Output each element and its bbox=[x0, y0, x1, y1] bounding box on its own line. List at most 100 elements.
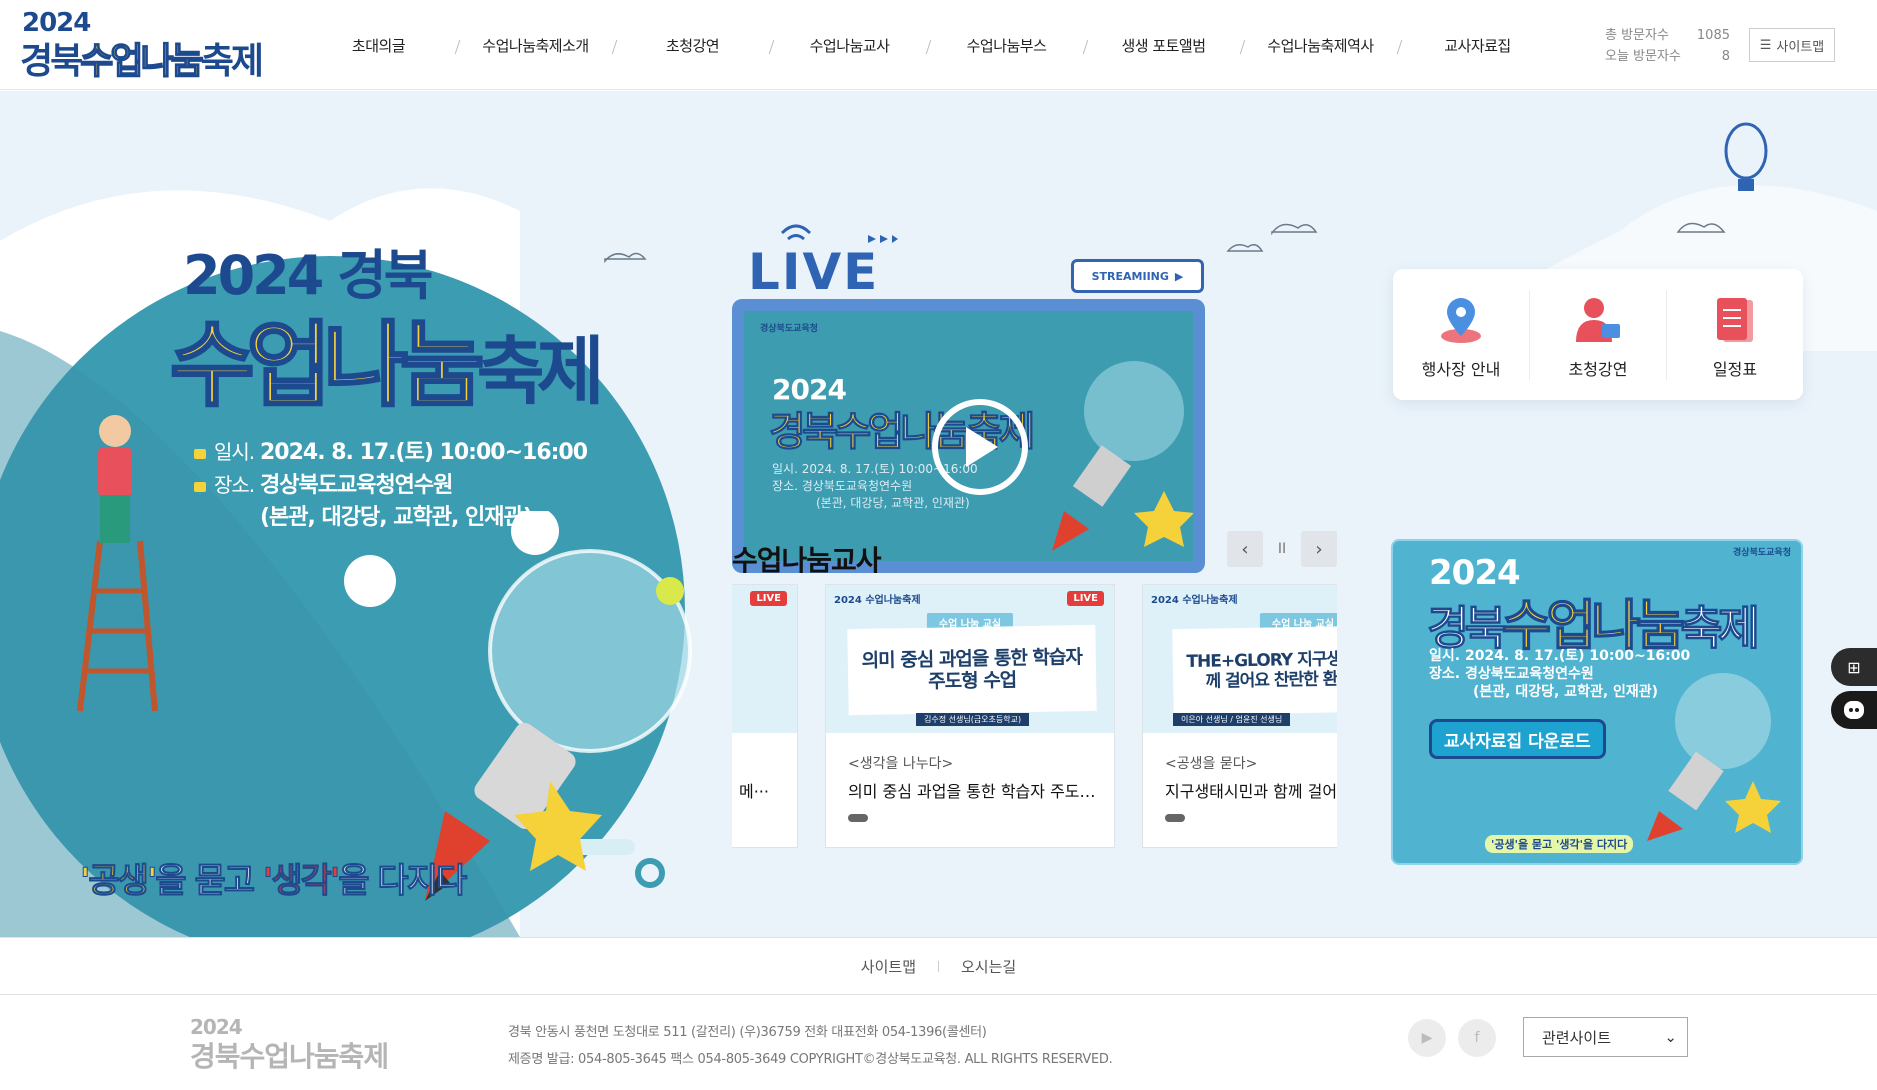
visit-today-value: 8 bbox=[1721, 49, 1730, 64]
quick-link-lecture[interactable]: 초청강연 bbox=[1529, 289, 1666, 380]
poster-place: 경상북도교육청연수원 bbox=[260, 473, 453, 498]
teacher-card-thumbnail: 2024 수업나눔축제 LIVE 수업 나눔 교실 의미 중심 과업을 통한 학… bbox=[826, 585, 1114, 733]
live-video-player[interactable]: 경상북도교육청 2024 경북수업나눔축제 일시. 2024. 8. 17.(토… bbox=[732, 299, 1205, 573]
footer-address: 경북 안동시 풍천면 도청대로 511 (갈전리) (우)36759 전화 대표… bbox=[508, 1019, 1113, 1073]
video-play-button[interactable] bbox=[932, 399, 1028, 495]
live-badge: LIVE bbox=[730, 203, 900, 301]
site-footer: 2024 경북수업나눔축제 경북 안동시 풍천면 도청대로 511 (갈전리) … bbox=[0, 995, 1877, 1090]
live-badge-small: LIVE bbox=[750, 591, 787, 606]
chevron-right-icon: › bbox=[1315, 538, 1323, 560]
nav-item-photo-album[interactable]: 생생 포토앨범 bbox=[1085, 35, 1242, 56]
visitor-counter: 총 방문자수 1085 오늘 방문자수 8 bbox=[1605, 25, 1730, 67]
visit-total-label: 총 방문자수 bbox=[1605, 28, 1669, 43]
video-lightbulb-illustration bbox=[1052, 361, 1193, 551]
teacher-card-category: <공생을 묻다> bbox=[1165, 756, 1258, 772]
nav-item-history[interactable]: 수업나눔축제역사 bbox=[1242, 35, 1399, 56]
chatbot-icon bbox=[1844, 701, 1864, 719]
nav-item-materials[interactable]: 교사자료집 bbox=[1399, 35, 1556, 56]
sns-links: ▶ f bbox=[1408, 1019, 1496, 1057]
download-materials-button[interactable]: 교사자료집 다운로드 bbox=[1429, 719, 1606, 759]
nav-item-lecture[interactable]: 초청강연 bbox=[614, 35, 771, 56]
streaming-label: STREAMIING bbox=[1091, 269, 1169, 283]
location-pin-icon bbox=[1441, 297, 1481, 343]
live-badge-small: LIVE bbox=[1067, 591, 1104, 606]
visit-total-value: 1085 bbox=[1696, 28, 1730, 43]
sitemap-button-label: 사이트맵 bbox=[1776, 39, 1825, 55]
slider-prev-button[interactable]: ‹ bbox=[1227, 531, 1263, 567]
live-label: LIVE bbox=[748, 243, 880, 301]
slider-next-button[interactable]: › bbox=[1301, 531, 1337, 567]
quick-link-schedule[interactable]: 일정표 bbox=[1666, 289, 1803, 380]
poster-place-label: 장소. bbox=[194, 469, 260, 501]
main-visual: 2024 경북 수업나눔축제 일시. 2024. 8. 17.(토) 10:00~… bbox=[0, 91, 1877, 937]
materials-banner[interactable]: 경상북도교육청 2024 경북수업나눔축제 일시. 2024. 8. 17.(토… bbox=[1391, 539, 1803, 865]
thumb-teacher-name: 김수정 선생님(금오초등학교) bbox=[916, 713, 1030, 726]
footer-link-directions[interactable]: 오시는길 bbox=[961, 956, 1016, 977]
thumb-logo: 2024 수업나눔축제 bbox=[834, 595, 921, 606]
teacher-card-indicator bbox=[1165, 814, 1185, 822]
poster-date-label: 일시. bbox=[194, 436, 260, 468]
footer-logo-name: 경북수업나눔축제 bbox=[190, 1040, 389, 1073]
nav-item-teachers[interactable]: 수업나눔교사 bbox=[771, 35, 928, 56]
main-navigation: 초대의글 수업나눔축제소개 초청강연 수업나눔교사 수업나눔부스 생생 포토앨범… bbox=[300, 0, 1556, 90]
logo-name: 경북수업나눔축제 bbox=[20, 40, 264, 83]
teacher-card[interactable]: LIVE 메··· bbox=[732, 584, 798, 848]
play-triangle-icon: ▶ bbox=[1174, 269, 1184, 283]
nav-item-festival-intro[interactable]: 수업나눔축제소개 bbox=[457, 35, 614, 56]
site-header: 2024 경북수업나눔축제 초대의글 수업나눔축제소개 초청강연 수업나눔교사 … bbox=[0, 0, 1877, 90]
slider-pause-button[interactable]: II bbox=[1271, 541, 1293, 557]
thumb-logo: 2024 수업나눔축제 bbox=[1151, 595, 1238, 606]
quick-links: 행사장 안내 초청강연 일정표 bbox=[1393, 269, 1803, 400]
video-screen: 경상북도교육청 2024 경북수업나눔축제 일시. 2024. 8. 17.(토… bbox=[744, 311, 1193, 561]
facebook-icon[interactable]: f bbox=[1458, 1019, 1496, 1057]
poster-slogan: '공생'을 묻고 '생각'을 다지다 bbox=[79, 861, 467, 902]
document-list-icon bbox=[1717, 297, 1753, 342]
streaming-button[interactable]: STREAMIING ▶ bbox=[1071, 259, 1204, 293]
teacher-card-category: <생각을 나누다> bbox=[848, 756, 954, 772]
related-sites-label: 관련사이트 bbox=[1542, 1028, 1612, 1047]
chevron-left-icon: ‹ bbox=[1241, 538, 1249, 560]
teacher-section-title: 수업나눔교사 bbox=[732, 544, 882, 577]
festival-poster: 2024 경북 수업나눔축제 일시. 2024. 8. 17.(토) 10:00~… bbox=[0, 91, 700, 937]
quick-link-venue[interactable]: 행사장 안내 bbox=[1393, 290, 1529, 380]
sitemap-button[interactable]: ☰ 사이트맵 bbox=[1749, 28, 1835, 62]
poster-title: 수업나눔축제 bbox=[169, 311, 605, 421]
poster-date: 2024. 8. 17.(토) 10:00~16:00 bbox=[260, 440, 588, 465]
slider-controls: ‹ II › bbox=[1227, 531, 1337, 567]
footer-link-sitemap[interactable]: 사이트맵 bbox=[861, 956, 916, 977]
grid-icon: ⊞ bbox=[1847, 657, 1861, 677]
teacher-card-title: 의미 중심 과업을 통한 학습자 주도형 수업 bbox=[848, 782, 1100, 801]
quick-link-lecture-label: 초청강연 bbox=[1568, 359, 1628, 379]
video-org: 경상북도교육청 bbox=[760, 324, 818, 334]
teacher-card-thumbnail: 2024 수업나눔축제 수업 나눔 교실 THE+GLORY 지구생태시민과 함… bbox=[1143, 585, 1337, 733]
chatbot-button[interactable] bbox=[1831, 691, 1877, 729]
footer-copyright: 제증명 발급: 054-805-3645 팩스 054-805-3649 COP… bbox=[508, 1052, 1113, 1067]
teacher-card[interactable]: 2024 수업나눔축제 수업 나눔 교실 THE+GLORY 지구생태시민과 함… bbox=[1142, 584, 1337, 848]
teacher-card-title: 지구생태시민과 함께 걸어요 bbox=[1165, 782, 1337, 801]
quick-link-venue-label: 행사장 안내 bbox=[1421, 359, 1501, 379]
footer-address-line: 경북 안동시 풍천면 도청대로 511 (갈전리) (우)36759 전화 대표… bbox=[508, 1025, 987, 1040]
footer-links: 사이트맵 오시는길 bbox=[0, 937, 1877, 995]
nav-item-booths[interactable]: 수업나눔부스 bbox=[928, 35, 1085, 56]
person-lecture-icon bbox=[1576, 297, 1620, 342]
site-logo[interactable]: 2024 경북수업나눔축제 bbox=[20, 8, 270, 83]
banner-org: 경상북도교육청 bbox=[1733, 548, 1791, 558]
thumb-title: 의미 중심 과업을 통한 학습자 주도형 수업 bbox=[847, 624, 1097, 716]
teacher-card[interactable]: 2024 수업나눔축제 LIVE 수업 나눔 교실 의미 중심 과업을 통한 학… bbox=[825, 584, 1115, 848]
teacher-card-indicator bbox=[848, 814, 868, 822]
youtube-icon[interactable]: ▶ bbox=[1408, 1019, 1446, 1057]
teacher-card-thumbnail: LIVE bbox=[732, 585, 797, 733]
menu-icon: ☰ bbox=[1759, 37, 1772, 53]
quick-link-schedule-label: 일정표 bbox=[1712, 359, 1758, 379]
chevron-down-icon: ⌄ bbox=[1664, 1028, 1677, 1046]
divider bbox=[938, 960, 939, 972]
visit-today-label: 오늘 방문자수 bbox=[1605, 49, 1681, 64]
banner-lightbulb-illustration bbox=[1647, 673, 1781, 841]
nav-item-invitation[interactable]: 초대의글 bbox=[300, 35, 457, 56]
related-sites-select[interactable]: 관련사이트 ⌄ bbox=[1523, 1017, 1688, 1057]
quick-menu-button[interactable]: ⊞ bbox=[1831, 648, 1877, 686]
play-icon bbox=[966, 427, 998, 467]
banner-slogan: '공생'을 묻고 '생각'을 다지다 bbox=[1485, 835, 1634, 853]
thumb-teacher-name: 이은아 선생님 / 엄윤진 선생님 bbox=[1173, 713, 1291, 726]
teacher-card-list: LIVE 메··· 2024 수업나눔축제 LIVE 수업 나눔 교실 의미 중… bbox=[732, 584, 1337, 854]
